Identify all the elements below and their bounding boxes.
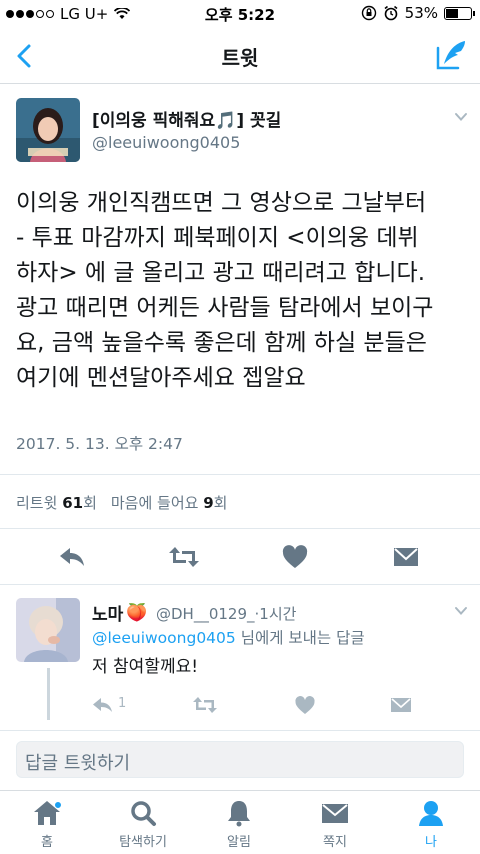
reply-count: 1 (118, 696, 127, 711)
reply-time: 1시간 (259, 605, 297, 623)
battery-icon (444, 6, 475, 20)
reply-handle[interactable]: @DH__0129_ (156, 605, 255, 623)
tab-notifications[interactable]: 알림 (194, 799, 284, 850)
like-stat-label: 마음에 들어요 (110, 494, 199, 512)
reply-composer: 답글 트윗하기 (0, 730, 480, 786)
alarm-icon (384, 5, 398, 21)
tab-label: 탐색하기 (119, 835, 167, 850)
reply-avatar[interactable] (16, 598, 80, 662)
retweet-stat[interactable]: 리트윗 61회 (16, 492, 97, 513)
reply-to-line: @leeuiwoong0405 님에게 보내는 답글 (92, 626, 365, 648)
rotation-lock-icon (361, 5, 376, 21)
status-right: 53% (361, 4, 475, 22)
reply-tweet[interactable]: 노마 🍑 @DH__0129_·1시간 @leeuiwoong0405 님에게 보… (16, 594, 472, 724)
divider (0, 584, 480, 585)
navigation-bar: 트윗 (0, 28, 480, 84)
retweet-stat-label: 리트윗 (16, 494, 58, 512)
peach-emoji: 🍑 (126, 602, 148, 623)
retweet-unit: 회 (83, 494, 97, 512)
tab-label: 홈 (41, 835, 53, 850)
author-handle[interactable]: @leeuiwoong0405 (92, 133, 240, 152)
reply-text: 저 참여할께요! (92, 657, 199, 677)
tweet-line: 하자> 에 글 올리고 광고 때리려고 합니다. (16, 260, 426, 286)
reply-mention-link[interactable]: @leeuiwoong0405 (92, 629, 236, 647)
page-title: 트윗 (221, 46, 259, 70)
reply-author-name[interactable]: 노마 🍑 (92, 600, 148, 626)
tweet-header: [이의웅 픽해줘요🎵] 꼿길 @leeuiwoong0405 (16, 96, 472, 166)
envelope-icon[interactable] (390, 694, 412, 716)
retweet-icon[interactable] (168, 544, 200, 570)
envelope-icon[interactable] (392, 544, 420, 570)
person-icon (419, 801, 443, 826)
tweet-timestamp: 2017. 5. 13. 오후 2:47 (16, 435, 183, 453)
author-avatar[interactable] (16, 98, 80, 162)
reply-icon[interactable] (92, 694, 114, 716)
tweet-line: 요, 금액 높을수록 좋은데 함께 하실 분들은 (16, 330, 427, 356)
reply-input[interactable]: 답글 트윗하기 (16, 741, 464, 778)
tab-label: 쪽지 (323, 835, 347, 850)
tab-messages[interactable]: 쪽지 (290, 799, 380, 850)
author-name[interactable]: [이의웅 픽해줘요🎵] 꼿길 (92, 106, 281, 131)
tab-bar: 홈 탐색하기 알림 쪽지 나 (0, 790, 480, 854)
tab-explore[interactable]: 탐색하기 (98, 799, 188, 850)
reply-icon[interactable] (58, 544, 86, 570)
tweet-actions (0, 540, 480, 576)
thread-connector (47, 668, 50, 720)
tweet-line: 여기에 멘션달아주세요 젭알요 (16, 365, 306, 391)
retweet-count: 61 (62, 494, 84, 512)
like-unit: 회 (213, 494, 228, 512)
heart-icon[interactable] (281, 544, 309, 570)
search-icon (131, 801, 156, 826)
envelope-icon (322, 804, 348, 823)
reply-meta: @DH__0129_·1시간 (156, 603, 296, 624)
tweet-line: 광고 때리면 어케든 사람들 탐라에서 보이구 (16, 295, 434, 321)
heart-icon[interactable] (294, 694, 316, 716)
like-stat[interactable]: 마음에 들어요 9회 (111, 492, 228, 513)
tweet-stats: 리트윗 61회 마음에 들어요 9회 (16, 492, 227, 513)
reply-to-suffix: 님에게 보내는 답글 (240, 629, 365, 647)
tweet-line: - 투표 마감까지 페북페이지 <이의웅 데뷔 (16, 225, 419, 251)
tab-label: 알림 (227, 835, 251, 850)
reply-name-text: 노마 (92, 605, 124, 625)
bell-icon (228, 801, 250, 827)
battery-percent: 53% (404, 4, 438, 22)
tweet-line: 이의웅 개인직캠뜨면 그 영상으로 그날부터 (16, 190, 427, 216)
tweet-body: 이의웅 개인직캠뜨면 그 영상으로 그날부터 - 투표 마감까지 페북페이지 <… (16, 186, 472, 396)
compose-feather-icon[interactable] (434, 38, 468, 72)
tab-me[interactable]: 나 (386, 799, 476, 850)
tab-label: 나 (425, 835, 437, 850)
status-bar: LG U+ 오후 5:22 53% (0, 0, 480, 28)
chevron-down-icon[interactable] (454, 604, 468, 618)
chevron-down-icon[interactable] (454, 110, 468, 124)
tab-home[interactable]: 홈 (2, 799, 92, 850)
divider (0, 474, 480, 475)
retweet-icon[interactable] (192, 694, 218, 716)
like-count: 9 (203, 494, 214, 512)
divider (0, 528, 480, 529)
notification-dot (54, 801, 62, 809)
